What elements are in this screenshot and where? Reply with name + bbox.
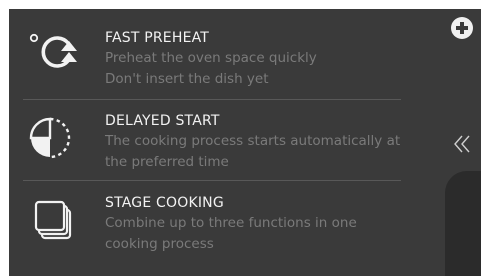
menu-item-description: Combine up to three functions in one coo… (105, 213, 405, 255)
menu-item-title: DELAYED START (105, 113, 220, 129)
delayed-start-icon (29, 117, 71, 159)
menu-item-description: Preheat the oven space quickly Don't ins… (105, 48, 405, 90)
divider (23, 99, 401, 100)
menu-item-delayed-start[interactable]: DELAYED START The cooking process starts… (9, 106, 401, 178)
fast-preheat-icon (29, 33, 77, 68)
menu-item-title: FAST PREHEAT (105, 30, 210, 46)
menu-item-fast-preheat[interactable]: FAST PREHEAT Preheat the oven space quic… (9, 23, 401, 95)
stage-cooking-icon (34, 200, 72, 240)
menu-item-description: The cooking process starts automatically… (105, 131, 405, 173)
description-line: Combine up to three functions in one (105, 215, 357, 231)
description-line: The cooking process starts automatically… (105, 133, 401, 149)
divider (23, 180, 401, 181)
description-line: the preferred time (105, 154, 229, 170)
double-chevron-left-icon[interactable] (453, 133, 473, 155)
menu-item-title: STAGE COOKING (105, 195, 224, 211)
side-panel-tab[interactable] (445, 171, 481, 276)
description-line: Preheat the oven space quickly (105, 50, 317, 66)
plus-circle-icon[interactable] (451, 17, 473, 39)
description-line: cooking process (105, 236, 214, 252)
oven-menu-screen: FAST PREHEAT Preheat the oven space quic… (9, 9, 481, 276)
menu-item-stage-cooking[interactable]: STAGE COOKING Combine up to three functi… (9, 188, 401, 260)
description-line: Don't insert the dish yet (105, 71, 269, 87)
